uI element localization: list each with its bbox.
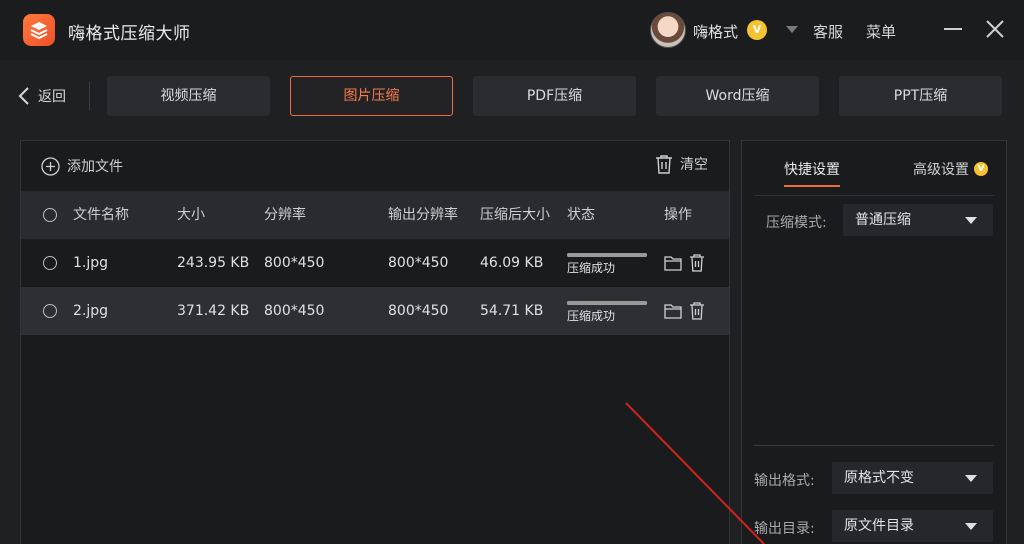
file-output-resolution: 800*450 bbox=[388, 255, 449, 271]
compress-mode-value: 普通压缩 bbox=[855, 212, 911, 228]
app-logo-icon bbox=[23, 14, 55, 46]
table-header: 文件名称 大小 分辨率 输出分辨率 压缩后大小 状态 操作 bbox=[21, 191, 729, 239]
tab-pdf-compress[interactable]: PDF压缩 bbox=[473, 76, 636, 116]
add-file-button[interactable]: 添加文件 bbox=[41, 156, 123, 176]
vip-badge-icon: V bbox=[974, 162, 988, 176]
add-circle-icon bbox=[41, 156, 60, 176]
table-row[interactable]: 2.jpg 371.42 KB 800*450 800*450 54.71 KB… bbox=[21, 287, 729, 335]
menu-button[interactable]: 菜单 bbox=[866, 21, 896, 42]
header-resolution: 分辨率 bbox=[264, 207, 306, 223]
header-status: 状态 bbox=[567, 207, 595, 223]
header-size: 大小 bbox=[177, 207, 205, 223]
select-all-radio[interactable] bbox=[43, 208, 57, 222]
compress-mode-label: 压缩模式: bbox=[766, 215, 827, 231]
header-actions: 操作 bbox=[664, 207, 692, 223]
output-dir-value: 原文件目录 bbox=[844, 518, 914, 534]
clear-label: 清空 bbox=[680, 157, 708, 173]
status-text: 压缩成功 bbox=[567, 309, 616, 323]
progress-bar bbox=[567, 253, 647, 257]
delete-icon[interactable] bbox=[689, 254, 705, 272]
output-format-label: 输出格式: bbox=[754, 473, 815, 489]
output-dir-label: 输出目录: bbox=[754, 521, 815, 537]
file-compressed-size: 46.09 KB bbox=[480, 255, 544, 271]
file-toolbar: 添加文件 清空 bbox=[21, 141, 729, 191]
minimize-icon[interactable] bbox=[944, 28, 962, 30]
active-tab-underline bbox=[784, 185, 840, 187]
delete-icon[interactable] bbox=[689, 302, 705, 320]
status-cell: 压缩成功 bbox=[567, 253, 647, 276]
compress-mode-select[interactable]: 普通压缩 bbox=[843, 204, 993, 236]
tab-quick-settings[interactable]: 快捷设置 bbox=[784, 159, 840, 187]
title-bar: 嗨格式压缩大师 嗨格式 V 客服 菜单 bbox=[0, 0, 1024, 60]
trash-icon bbox=[656, 155, 672, 174]
username[interactable]: 嗨格式 bbox=[693, 21, 738, 42]
header-filename: 文件名称 bbox=[73, 207, 129, 223]
tab-video-compress[interactable]: 视频压缩 bbox=[107, 76, 270, 116]
app-title: 嗨格式压缩大师 bbox=[68, 24, 191, 44]
file-size: 243.95 KB bbox=[177, 255, 250, 271]
file-resolution: 800*450 bbox=[264, 255, 325, 271]
chevron-left-icon bbox=[18, 87, 29, 105]
tab-word-compress[interactable]: Word压缩 bbox=[656, 76, 819, 116]
file-name: 2.jpg bbox=[73, 303, 109, 319]
tab-ppt-compress[interactable]: PPT压缩 bbox=[839, 76, 1002, 116]
row-radio[interactable] bbox=[43, 304, 57, 318]
table-row[interactable]: 1.jpg 243.95 KB 800*450 800*450 46.09 KB… bbox=[21, 239, 729, 287]
vip-badge-icon: V bbox=[747, 20, 767, 40]
avatar[interactable] bbox=[650, 12, 686, 48]
divider bbox=[754, 195, 994, 196]
output-format-value: 原格式不变 bbox=[844, 470, 914, 486]
output-format-select[interactable]: 原格式不变 bbox=[832, 462, 993, 494]
progress-bar bbox=[567, 301, 647, 305]
file-compressed-size: 54.71 KB bbox=[480, 303, 544, 319]
chevron-down-icon bbox=[965, 523, 977, 530]
file-list-panel: 添加文件 清空 文件名称 大小 分辨率 输出分辨率 压缩后大小 状态 操作 1.… bbox=[20, 140, 730, 544]
status-cell: 压缩成功 bbox=[567, 301, 647, 324]
divider bbox=[89, 82, 90, 110]
open-folder-icon[interactable] bbox=[664, 255, 682, 271]
output-dir-select[interactable]: 原文件目录 bbox=[832, 510, 993, 542]
header-output-resolution: 输出分辨率 bbox=[388, 207, 458, 223]
quick-settings-label: 快捷设置 bbox=[784, 162, 840, 178]
customer-service-button[interactable]: 客服 bbox=[813, 21, 843, 42]
chevron-down-icon bbox=[965, 475, 977, 482]
chevron-down-icon[interactable] bbox=[786, 26, 798, 33]
progress-fill bbox=[567, 301, 647, 305]
back-button[interactable]: 返回 bbox=[18, 84, 66, 108]
progress-fill bbox=[567, 253, 647, 257]
clear-button[interactable]: 清空 bbox=[655, 154, 708, 174]
divider bbox=[754, 445, 994, 446]
file-size: 371.42 KB bbox=[177, 303, 250, 319]
chevron-down-icon bbox=[965, 217, 977, 224]
add-file-label: 添加文件 bbox=[67, 159, 123, 175]
status-text: 压缩成功 bbox=[567, 261, 616, 275]
row-radio[interactable] bbox=[43, 256, 57, 270]
tab-advanced-settings[interactable]: 高级设置 V bbox=[913, 159, 988, 179]
close-icon[interactable] bbox=[985, 19, 1005, 39]
file-resolution: 800*450 bbox=[264, 303, 325, 319]
open-folder-icon[interactable] bbox=[664, 303, 682, 319]
file-name: 1.jpg bbox=[73, 255, 109, 271]
header-compressed-size: 压缩后大小 bbox=[480, 207, 550, 223]
tab-image-compress[interactable]: 图片压缩 bbox=[290, 76, 453, 116]
advanced-settings-label: 高级设置 bbox=[913, 162, 969, 178]
file-output-resolution: 800*450 bbox=[388, 303, 449, 319]
back-label: 返回 bbox=[38, 89, 66, 105]
settings-panel: 快捷设置 高级设置 V 压缩模式: 普通压缩 输出格式: 原格式不变 输出目录:… bbox=[741, 140, 1007, 544]
